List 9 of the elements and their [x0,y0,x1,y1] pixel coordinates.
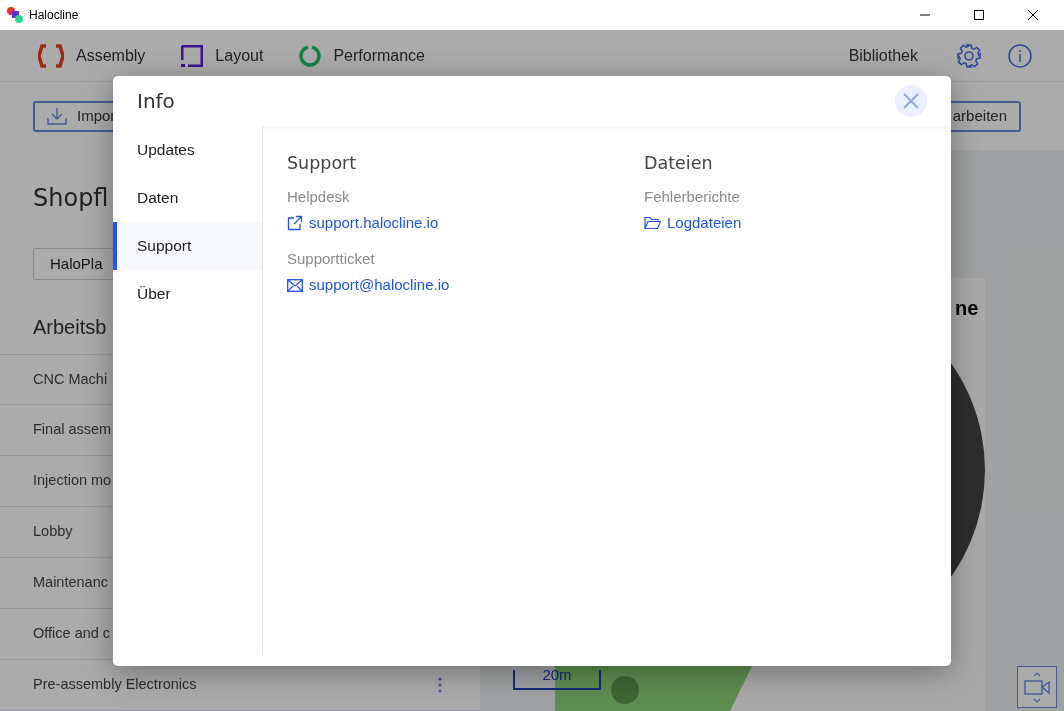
field-label: Helpdesk [287,187,351,208]
field-label: Supportticket [287,249,376,270]
section-heading: Dateien [644,152,714,175]
section-heading: Arbeitsb [33,315,108,340]
page-title: Shopfl [33,183,109,214]
card-title: ne [955,296,979,321]
field-label: Fehlerberichte [644,187,741,208]
section-heading: Support [287,152,358,175]
window-title: Halocline [29,7,79,24]
